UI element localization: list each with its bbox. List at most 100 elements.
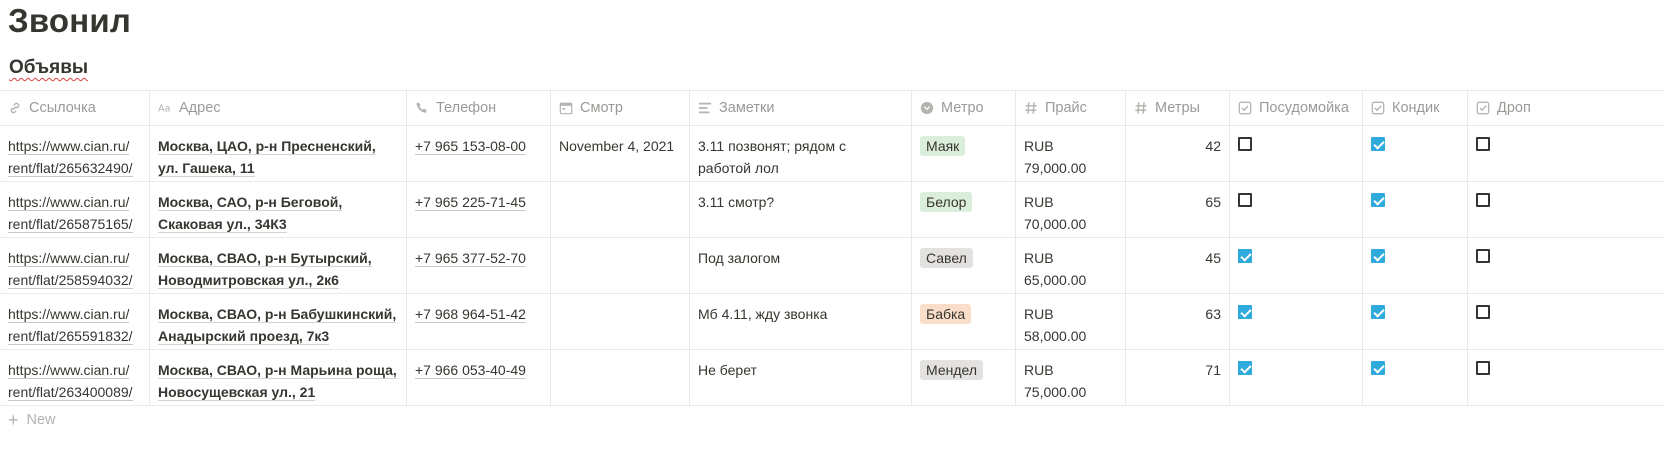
table-header: Ссылочка Aa Адрес Телефон Смотр Заметки Метро П… [0,91,1665,126]
phone-value[interactable]: +7 965 225-71-45 [415,194,526,211]
drop-checkbox[interactable] [1476,193,1490,207]
link-line-2[interactable]: rent/flat/258594032/ [8,272,133,289]
cell-meters[interactable]: 42 [1126,126,1230,181]
new-row-button[interactable]: + New [8,411,56,429]
cell-price[interactable]: RUB 75,000.00 [1016,350,1126,405]
cell-address[interactable]: Москва, СВАО, р-н Бутырский, Новодмитровс… [150,238,407,293]
drop-checkbox[interactable] [1476,137,1490,151]
cell-viewing-date[interactable] [551,350,690,405]
link-line-1[interactable]: https://www.cian.ru/ [8,362,130,379]
cell-notes[interactable]: 3.11 позвонят; рядом с работой лол [690,126,912,181]
ac-checkbox[interactable] [1371,249,1385,263]
cell-meters[interactable]: 63 [1126,294,1230,349]
column-header-price[interactable]: Прайс [1016,91,1126,125]
cell-meters[interactable]: 45 [1126,238,1230,293]
column-header-metro[interactable]: Метро [912,91,1016,125]
cell-notes[interactable]: 3.11 смотр? [690,182,912,237]
cell-metro[interactable]: Мендел [912,350,1016,405]
phone-value[interactable]: +7 965 377-52-70 [415,250,526,267]
address-line-2: Анадырский проезд, 7к3 [158,328,330,345]
drop-checkbox[interactable] [1476,361,1490,375]
cell-link[interactable]: https://www.cian.ru/rent/flat/265591832/ [0,294,150,349]
cell-viewing-date[interactable] [551,294,690,349]
column-header-meters[interactable]: Метры [1126,91,1230,125]
address-line-1: Москва, САО, р-н Беговой, [158,194,343,211]
cell-metro[interactable]: Савел [912,238,1016,293]
cell-address[interactable]: Москва, ЦАО, р-н Пресненский, ул. Гашека,… [150,126,407,181]
cell-metro[interactable]: Маяк [912,126,1016,181]
link-line-1[interactable]: https://www.cian.ru/ [8,306,130,323]
cell-phone[interactable]: +7 965 153-08-00 [407,126,551,181]
link-icon [8,101,22,115]
table-row: https://www.cian.ru/rent/flat/258594032/… [0,238,1665,294]
cell-link[interactable]: https://www.cian.ru/rent/flat/265875165/ [0,182,150,237]
cell-drop [1468,238,1665,293]
notes-line-1: Мб 4.11, жду звонка [698,306,828,322]
ac-checkbox[interactable] [1371,305,1385,319]
ac-checkbox[interactable] [1371,193,1385,207]
cell-meters[interactable]: 71 [1126,350,1230,405]
cell-address[interactable]: Москва, СВАО, р-н Бабушкинский, Анадырски… [150,294,407,349]
cell-link[interactable]: https://www.cian.ru/rent/flat/265632490/ [0,126,150,181]
cell-price[interactable]: RUB 79,000.00 [1016,126,1126,181]
cell-price[interactable]: RUB 58,000.00 [1016,294,1126,349]
phone-value[interactable]: +7 968 964-51-42 [415,306,526,323]
link-line-2[interactable]: rent/flat/265875165/ [8,216,133,233]
cell-notes[interactable]: Мб 4.11, жду звонка [690,294,912,349]
link-line-2[interactable]: rent/flat/265632490/ [8,160,133,177]
ac-checkbox[interactable] [1371,361,1385,375]
link-line-1[interactable]: https://www.cian.ru/ [8,250,130,267]
cell-notes[interactable]: Под залогом [690,238,912,293]
cell-phone[interactable]: +7 965 377-52-70 [407,238,551,293]
notes-line-1: 3.11 смотр? [698,194,775,210]
column-header-viewing[interactable]: Смотр [551,91,690,125]
cell-viewing-date[interactable] [551,238,690,293]
dishwasher-checkbox[interactable] [1238,361,1252,375]
dishwasher-checkbox[interactable] [1238,249,1252,263]
drop-checkbox[interactable] [1476,305,1490,319]
calendar-icon [559,101,573,115]
cell-meters[interactable]: 65 [1126,182,1230,237]
address-line-2: Новосущевская ул., 21 [158,384,316,401]
cell-link[interactable]: https://www.cian.ru/rent/flat/258594032/ [0,238,150,293]
link-line-1[interactable]: https://www.cian.ru/ [8,194,130,211]
drop-checkbox[interactable] [1476,249,1490,263]
cell-address[interactable]: Москва, СВАО, р-н Марьина роща, Новосущев… [150,350,407,405]
cell-phone[interactable]: +7 968 964-51-42 [407,294,551,349]
column-header-address[interactable]: Aa Адрес [150,91,407,125]
column-header-label: Кондик [1392,100,1440,116]
column-header-ac[interactable]: Кондик [1363,91,1468,125]
column-header-label: Адрес [179,100,221,116]
link-line-2[interactable]: rent/flat/265591832/ [8,328,133,345]
svg-text:Aa: Aa [158,104,171,115]
cell-ac [1363,126,1468,181]
column-header-label: Телефон [436,100,497,116]
dishwasher-checkbox[interactable] [1238,305,1252,319]
cell-notes[interactable]: Не берет [690,350,912,405]
phone-value[interactable]: +7 965 153-08-00 [415,138,526,155]
dishwasher-checkbox[interactable] [1238,193,1252,207]
cell-price[interactable]: RUB 70,000.00 [1016,182,1126,237]
cell-address[interactable]: Москва, САО, р-н Беговой, Скаковая ул., 3… [150,182,407,237]
cell-phone[interactable]: +7 965 225-71-45 [407,182,551,237]
cell-price[interactable]: RUB 65,000.00 [1016,238,1126,293]
ac-checkbox[interactable] [1371,137,1385,151]
column-header-dishwasher[interactable]: Посудомойка [1230,91,1363,125]
cell-viewing-date[interactable]: November 4, 2021 [551,126,690,181]
cell-phone[interactable]: +7 966 053-40-49 [407,350,551,405]
cell-viewing-date[interactable] [551,182,690,237]
column-header-phone[interactable]: Телефон [407,91,551,125]
column-header-link[interactable]: Ссылочка [0,91,150,125]
link-line-1[interactable]: https://www.cian.ru/ [8,138,130,155]
column-header-drop[interactable]: Дроп [1468,91,1665,125]
cell-metro[interactable]: Бабка [912,294,1016,349]
phone-value[interactable]: +7 966 053-40-49 [415,362,526,379]
column-header-notes[interactable]: Заметки [690,91,912,125]
cell-link[interactable]: https://www.cian.ru/rent/flat/263400089/ [0,350,150,405]
dishwasher-checkbox[interactable] [1238,137,1252,151]
cell-dishwasher [1230,238,1363,293]
link-line-2[interactable]: rent/flat/263400089/ [8,384,133,401]
cell-metro[interactable]: Белор [912,182,1016,237]
view-name[interactable]: Объявы [9,57,88,79]
cell-dishwasher [1230,294,1363,349]
